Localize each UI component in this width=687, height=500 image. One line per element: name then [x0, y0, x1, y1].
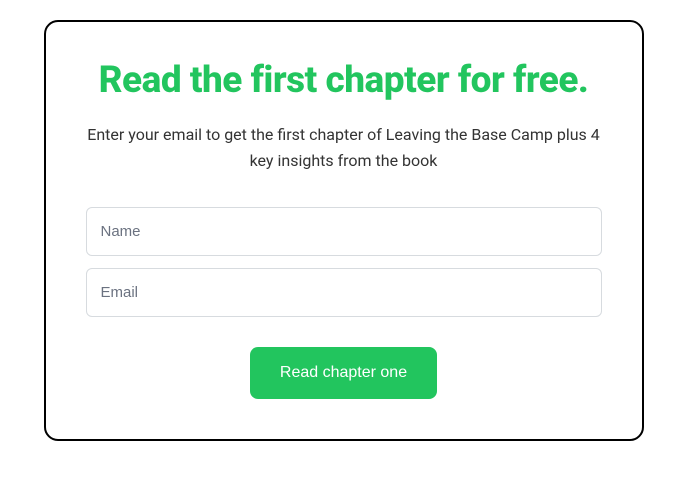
signup-form: Read chapter one: [86, 207, 602, 399]
email-field[interactable]: [86, 268, 602, 317]
card-subtitle: Enter your email to get the first chapte…: [86, 122, 602, 173]
signup-card: Read the first chapter for free. Enter y…: [44, 20, 644, 441]
name-field[interactable]: [86, 207, 602, 256]
submit-button[interactable]: Read chapter one: [250, 347, 437, 399]
card-title: Read the first chapter for free.: [86, 58, 602, 104]
